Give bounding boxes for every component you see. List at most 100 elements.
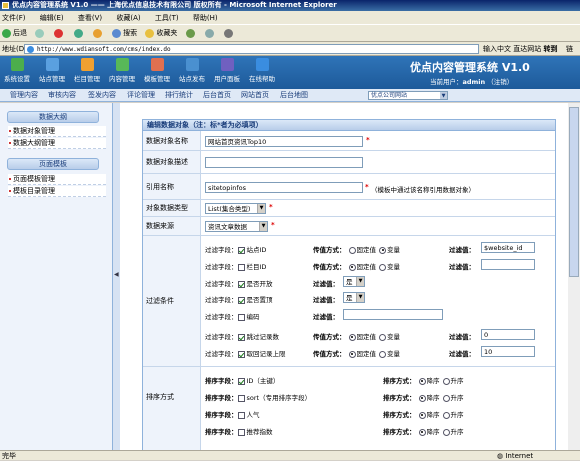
filter-code-checkbox[interactable] [237,313,245,321]
template-manage-button[interactable]: 模板管理 [140,57,174,83]
vertical-scrollbar[interactable] [568,103,580,450]
site-select[interactable]: 优点公司网站 ▼ [368,91,448,100]
publish-icon [185,58,199,71]
home-button[interactable] [92,25,104,41]
filter-is-top-select[interactable]: 是 ▼ [343,292,365,303]
print-button[interactable] [224,25,235,41]
required-mark: * [365,183,369,191]
menu-help[interactable]: 帮助(H) [193,14,218,22]
filter-column-id-checkbox[interactable] [237,263,245,271]
nav-site-home[interactable]: 网站首页 [241,89,269,102]
mode-fixed-radio[interactable] [348,246,356,254]
sort-sort-checkbox[interactable] [237,394,245,402]
history-icon [185,28,195,38]
system-settings-button[interactable]: 系统设置 [0,57,34,83]
filter-site-id-value[interactable]: $website_id [481,242,535,253]
nav-issue-content[interactable]: 签发内容 [88,89,116,102]
filter-limit-checkbox[interactable] [237,350,245,358]
links-button[interactable]: 链 [566,42,573,56]
sidebar-section-data[interactable]: 数据大纲 [7,111,99,123]
row-ref: 引用名称 sitetopinfos * （模板中通过该名称引用数据对象） [143,174,555,200]
history-button[interactable] [185,25,197,41]
forward-button[interactable] [35,25,46,41]
filter-is-open-checkbox[interactable] [237,280,245,288]
search-button[interactable]: 搜索 [112,25,137,41]
sort-desc-radio[interactable] [418,394,426,402]
filter-code-input[interactable] [343,309,443,320]
mode-fixed-radio[interactable] [348,333,356,341]
filter-is-open-select[interactable]: 是 ▼ [343,276,365,287]
pass-mode-skip: 传值方式： 固定值 变量 [313,333,400,341]
sort-asc-radio[interactable] [442,377,450,385]
site-publish-button[interactable]: 站点发布 [175,57,209,83]
nav-comments[interactable]: 评论管理 [127,89,155,102]
sort-mode-sort: 排序方式： 降序 升序 [383,394,464,402]
site-icon [45,58,59,71]
mail-icon [204,28,214,38]
nav-review-content[interactable]: 审核内容 [48,89,76,102]
sort-asc-radio[interactable] [442,428,450,436]
filter-skip-value[interactable]: 0 [481,329,535,340]
nav-ranking[interactable]: 排行统计 [165,89,193,102]
menu-file[interactable]: 文件(F) [2,14,26,22]
user-panel-button[interactable]: 用户面板 [210,57,244,83]
mode-variable-radio[interactable] [379,246,386,254]
sort-asc-radio[interactable] [442,394,450,402]
column-manage-button[interactable]: 栏目管理 [70,57,104,83]
favorites-button[interactable]: 收藏夹 [145,25,177,41]
refresh-button[interactable] [73,25,85,41]
sidebar-toggle[interactable]: ◀ [112,103,120,450]
content-manage-button[interactable]: 内容管理 [105,57,139,83]
mode-variable-radio[interactable] [379,263,386,271]
filter-column-id-value[interactable] [481,259,535,270]
sidebar-item-data-objects[interactable]: 数据对象管理 [8,126,106,137]
sort-desc-radio[interactable] [418,428,426,436]
back-button[interactable]: 后退 [2,25,27,41]
mode-fixed-radio[interactable] [348,350,356,358]
sort-popularity-checkbox[interactable] [237,411,245,419]
menu-view[interactable]: 查看(V) [78,14,102,22]
scroll-thumb[interactable] [569,107,579,277]
mode-fixed-radio[interactable] [348,263,356,271]
data-type-select[interactable]: List(集合类型) ▼ [205,203,266,214]
status-text: 完毕 [2,452,16,460]
main-content: 编辑数据对象（注：标*者为必填项） 数据对象名称 网站首页资讯Top10 * 数… [120,103,568,450]
mode-variable-radio[interactable] [379,333,386,341]
sidebar-item-page-templates[interactable]: 页面模板管理 [8,174,106,185]
address-input[interactable]: http://www.wdiansoft.com/cms/index.do [24,44,479,54]
sort-id-checkbox[interactable] [237,377,245,385]
filter-skip-checkbox[interactable] [237,333,245,341]
filter-is-top-checkbox[interactable] [237,296,245,304]
data-source-select[interactable]: 资讯文章数据 ▼ [205,221,268,232]
sort-recommend-checkbox[interactable] [237,428,245,436]
form-heading: 编辑数据对象（注：标*者为必填项） [142,119,556,131]
mode-variable-radio[interactable] [379,350,386,358]
nav-admin-home[interactable]: 后台首页 [203,89,231,102]
ie-icon [2,2,9,9]
online-help-button[interactable]: 在线帮助 [245,57,279,83]
sort-desc-radio[interactable] [418,411,426,419]
ref-name-input[interactable]: sitetopinfos [205,182,363,193]
menu-edit[interactable]: 编辑(E) [40,14,64,22]
logout-link[interactable]: （注销） [487,78,513,86]
site-manage-button[interactable]: 站点管理 [35,57,69,83]
object-name-input[interactable]: 网站首页资讯Top10 [205,136,363,147]
menu-favorites[interactable]: 收藏(A) [116,14,140,22]
stop-button[interactable] [54,25,65,41]
ref-note: （模板中通过该名称引用数据对象） [371,186,475,194]
username: admin [462,78,486,86]
address-go[interactable]: 输入中文 直达网站 转到 [483,42,557,56]
menu-tools[interactable]: 工具(T) [155,14,179,22]
sort-desc-radio[interactable] [418,377,426,385]
sort-asc-radio[interactable] [442,411,450,419]
nav-manage-content[interactable]: 管理内容 [10,89,38,102]
filter-site-id-checkbox[interactable] [237,246,245,254]
sidebar-item-template-dirs[interactable]: 模板目录管理 [8,186,106,197]
chevron-down-icon: ▼ [259,222,267,231]
mail-button[interactable] [204,25,216,41]
object-desc-input[interactable] [205,157,363,168]
sidebar-item-data-outline[interactable]: 数据大纲管理 [8,138,106,149]
sidebar-section-templates[interactable]: 页面模板 [7,158,99,170]
filter-limit-value[interactable]: 10 [481,346,535,357]
nav-admin-map[interactable]: 后台地图 [280,89,308,102]
